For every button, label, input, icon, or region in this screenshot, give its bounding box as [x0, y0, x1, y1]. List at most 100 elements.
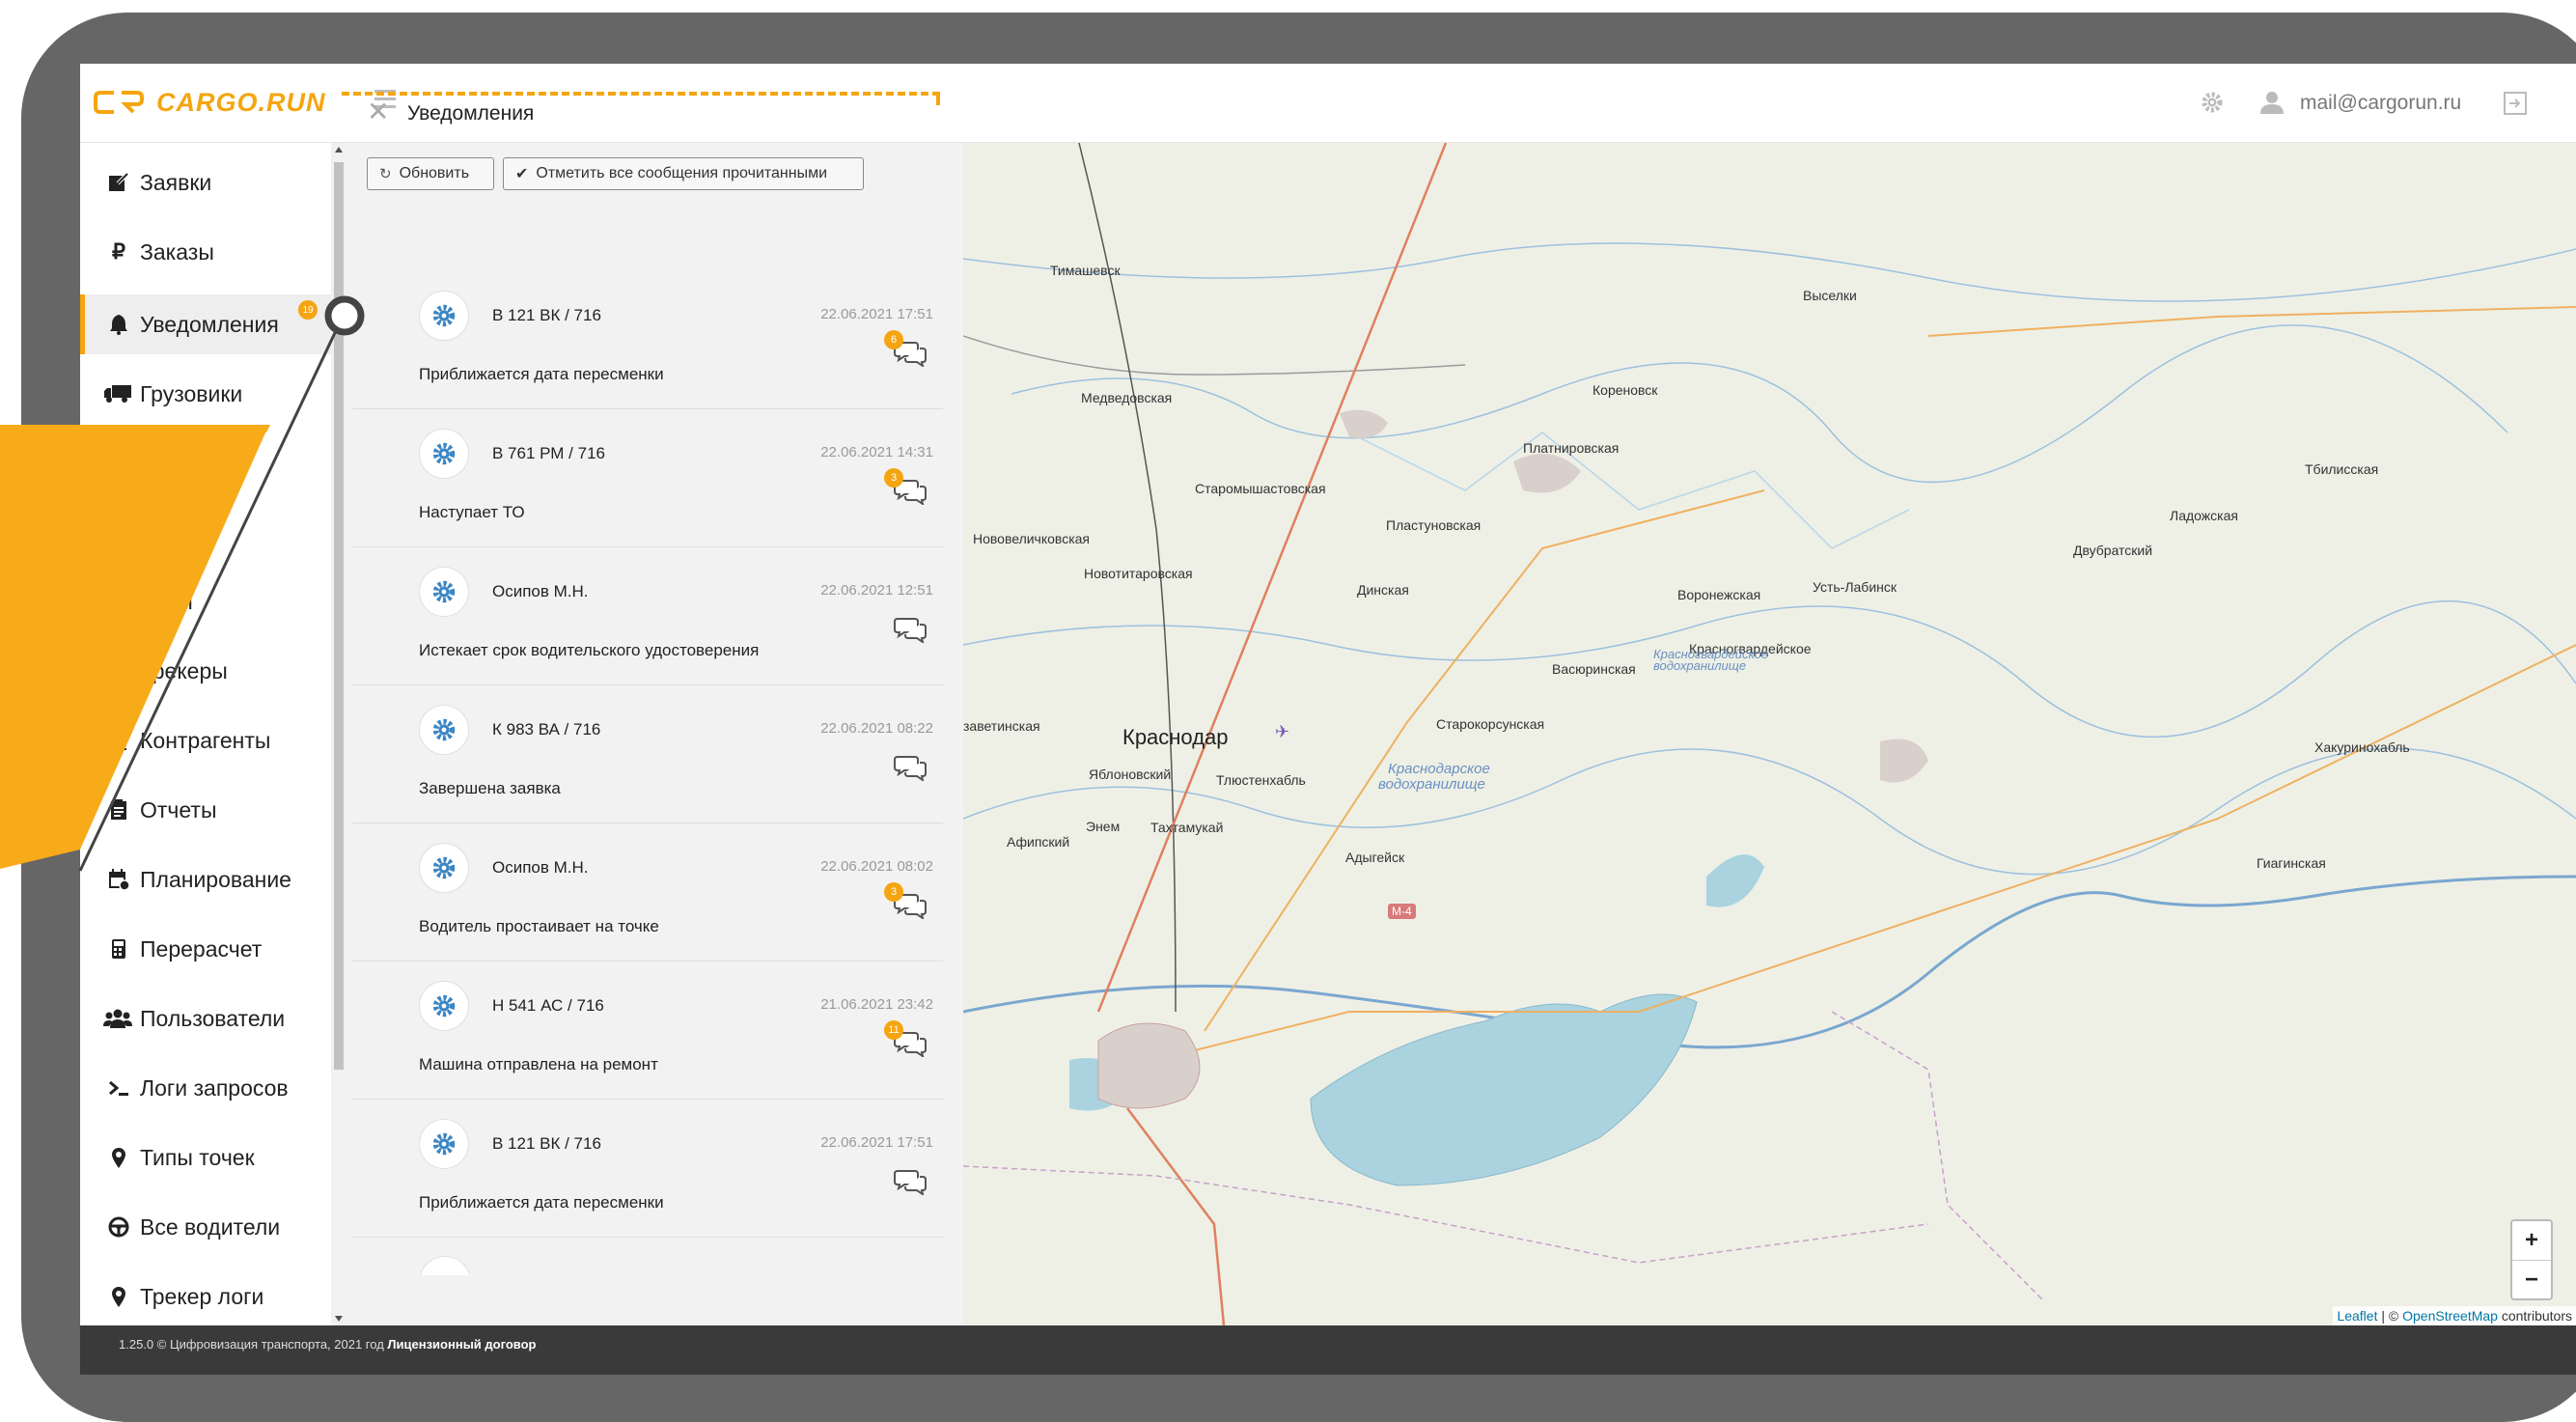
sidebar-item-reports[interactable]: Отчеты — [80, 780, 331, 840]
notification-item[interactable]: Осипов М.Н. 22.06.2021 12:51 Истекает срок… — [352, 546, 943, 685]
sidebar-item-label: онны — [140, 588, 193, 614]
sidebar-item-notifications[interactable]: Уведомления 19 — [80, 294, 331, 354]
calendar-icon — [107, 868, 130, 891]
notification-date: 22.06.2021 12:51 — [820, 582, 933, 599]
edit-icon — [107, 171, 130, 194]
sidebar-scrollbar[interactable] — [331, 143, 346, 1325]
sidebar: Заявки ₽ Заказы Уведомления 19 Грузовики… — [80, 143, 346, 1325]
sidebar-item-users[interactable]: Пользователи — [80, 989, 331, 1048]
pin-icon — [107, 1285, 130, 1308]
scrollbar-thumb[interactable] — [334, 162, 344, 1070]
osm-link[interactable]: OpenStreetMap — [2402, 1308, 2498, 1324]
map-label: Кореновск — [1593, 382, 1658, 398]
notification-item[interactable]: В 761 РМ / 716 22.06.2021 14:31 Наступает … — [352, 408, 943, 547]
map-label: Двубратский — [2073, 543, 2153, 558]
active-indicator — [80, 294, 85, 354]
close-icon[interactable]: ✕ — [367, 98, 389, 125]
notification-title: В 121 ВК / 716 — [492, 1134, 601, 1153]
sidebar-item-label: Отчеты — [140, 796, 217, 823]
sidebar-item-5[interactable]: ы — [80, 502, 331, 562]
scroll-down-icon[interactable] — [335, 1316, 343, 1322]
map-label: Динская — [1357, 582, 1409, 598]
logout-icon[interactable] — [2503, 91, 2528, 121]
notification-item[interactable]: В 121 ВК / 716 22.06.2021 17:51 Приближает… — [352, 1099, 943, 1238]
sidebar-item-label: Логи запросов — [140, 1074, 289, 1101]
highlight-dashed-border — [342, 92, 940, 96]
map-label: Ладожская — [2170, 508, 2238, 523]
notification-title: В 761 РМ / 716 — [492, 444, 605, 462]
gear-icon — [419, 705, 469, 755]
notification-item[interactable]: В 121 ВК / 716 22.06.2021 17:51 Приближает… — [352, 270, 943, 409]
sidebar-item-label: Все водители — [140, 1213, 281, 1240]
panel-title: Уведомления — [407, 102, 535, 125]
contractor-icon — [107, 729, 130, 752]
notification-message: Истекает срок водительского удостоверени… — [419, 641, 760, 659]
notification-item[interactable]: К 983 ВА / 716 22.06.2021 08:22 Завершена … — [352, 684, 943, 823]
map-label: Платнировская — [1523, 440, 1620, 456]
chat-icon[interactable] — [894, 754, 927, 786]
check-icon: ✔ — [515, 166, 529, 182]
sidebar-item-label: Планирование — [140, 866, 291, 892]
notification-date: 22.06.2021 08:22 — [820, 720, 933, 737]
sidebar-item-recalculation[interactable]: Перерасчет — [80, 919, 331, 979]
leaflet-link[interactable]: Leaflet — [2337, 1308, 2377, 1324]
sidebar-item-point-types[interactable]: Типы точек — [80, 1128, 331, 1187]
notification-item[interactable]: Осипов М.Н. 22.06.2021 08:02 Водитель прос… — [352, 823, 943, 962]
map-label: Краснодарское — [1388, 761, 1490, 777]
gear-icon[interactable] — [2201, 91, 2224, 119]
sidebar-item-label: Контрагенты — [140, 727, 271, 753]
sidebar-item-trucks[interactable]: Грузовики — [80, 364, 331, 424]
chat-icon[interactable] — [894, 1168, 927, 1200]
sidebar-item-contractors[interactable]: Контрагенты — [80, 711, 331, 770]
sidebar-item-label: Трекер логи — [140, 1283, 264, 1309]
notification-message: Приближается дата пересменки — [419, 365, 664, 383]
notification-item[interactable]: Н 541 АС / 716 21.06.2021 23:42 Машина отп… — [352, 961, 943, 1100]
map-label: Тбилисская — [2305, 461, 2379, 477]
mark-all-read-button[interactable]: ✔ Отметить все сообщения прочитанными — [503, 157, 864, 190]
zoom-out-button[interactable]: − — [2512, 1261, 2551, 1299]
sidebar-item-label: Типы точек — [140, 1144, 255, 1170]
license-link[interactable]: Лицензионный договор — [387, 1337, 536, 1352]
refresh-button[interactable]: ↻ Обновить — [367, 157, 494, 190]
report-icon — [107, 798, 130, 822]
sidebar-item-planning[interactable]: Планирование — [80, 850, 331, 909]
sidebar-item-tracker-logs[interactable]: Трекер логи — [80, 1267, 331, 1326]
sidebar-item-label: Грузовики — [140, 380, 243, 406]
sidebar-item-label: Пользователи — [140, 1005, 286, 1031]
notification-title: Осипов М.Н. — [492, 858, 589, 877]
sidebar-item-label: Перерасчет — [140, 935, 263, 962]
map-label: Выселки — [1803, 288, 1857, 303]
sidebar-item-6[interactable]: онны — [80, 572, 331, 631]
footer-text: 1.25.0 © Цифровизация транспорта, 2021 г… — [119, 1337, 536, 1352]
map-label: Тимашевск — [1050, 263, 1121, 278]
map-label: Медведовская — [1081, 390, 1173, 405]
zoom-in-button[interactable]: + — [2512, 1221, 2551, 1261]
chat-count-badge: 6 — [884, 330, 903, 349]
map-label: Усть-Лабинск — [1813, 579, 1897, 595]
airport-icon: ✈ — [1275, 722, 1290, 741]
sidebar-item-label: Заказы — [140, 238, 214, 265]
notification-title: К 983 ВА / 716 — [492, 720, 601, 739]
sidebar-item-requests[interactable]: Заявки — [80, 153, 331, 212]
notification-title: Осипов М.Н. — [492, 582, 589, 600]
chat-icon[interactable] — [894, 616, 927, 648]
map-label: Яблоновский — [1089, 767, 1172, 782]
sidebar-item-orders[interactable]: ₽ Заказы — [80, 222, 331, 282]
scroll-up-icon[interactable] — [335, 147, 343, 153]
notification-count-badge: 19 — [298, 300, 318, 320]
logo[interactable]: CARGO.RUN — [93, 85, 326, 120]
notification-message: Машина отправлена на ремонт — [419, 1055, 658, 1073]
notification-message: Наступает ТО — [419, 503, 525, 521]
terminal-icon — [107, 1076, 130, 1100]
map[interactable]: Тимашевск Выселки Медведовская Кореновск… — [963, 143, 2576, 1325]
truck-icon — [103, 382, 132, 405]
sidebar-item-trackers[interactable]: Трекеры — [80, 641, 331, 701]
user-icon[interactable] — [2259, 91, 2285, 119]
users-icon — [103, 1007, 132, 1030]
user-email[interactable]: mail@cargorun.ru — [2300, 92, 2461, 115]
sidebar-item-request-logs[interactable]: Логи запросов — [80, 1058, 331, 1118]
zoom-control: + − — [2510, 1219, 2553, 1300]
map-label: Адыгейск — [1345, 850, 1405, 865]
sidebar-item-all-drivers[interactable]: Все водители — [80, 1197, 331, 1257]
map-label: Пластуновская — [1386, 517, 1482, 533]
